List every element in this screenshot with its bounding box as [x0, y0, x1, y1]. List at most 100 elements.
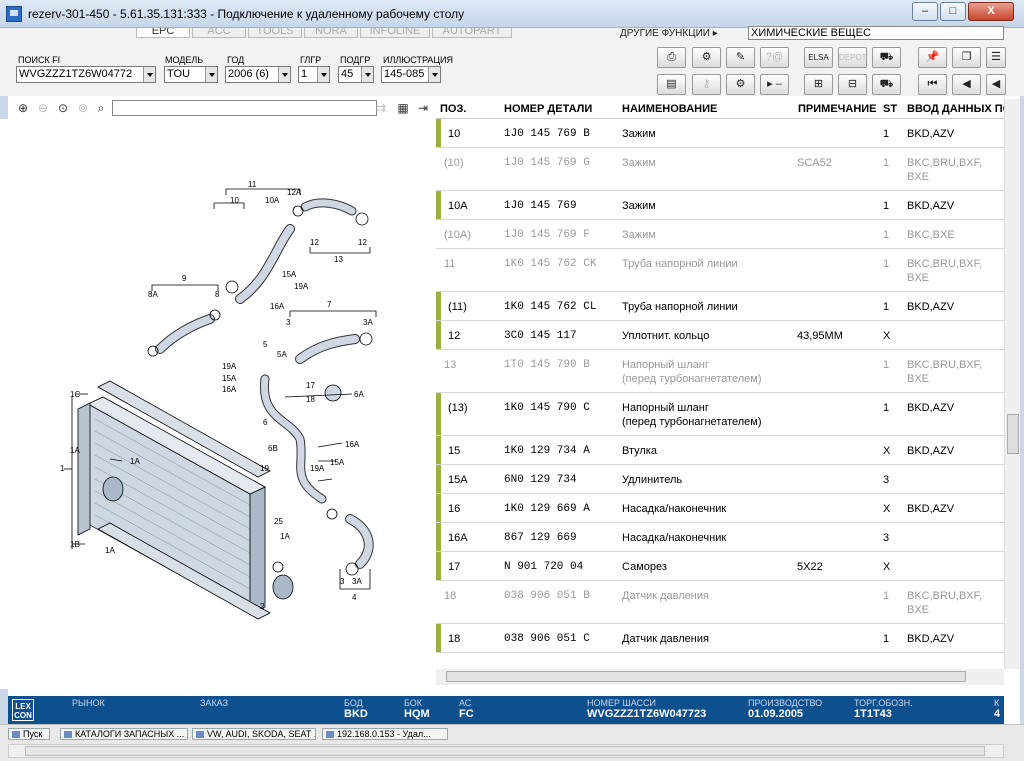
search-icon[interactable]: ⌕ [92, 99, 110, 117]
cell-st: 1 [883, 128, 890, 140]
parts-table: 10 1J0 145 769 B Зажим 1 BKD,AZV (10) 1J0 145 … [436, 119, 1004, 669]
cell-pos: (11) [448, 301, 467, 313]
col-data-entry[interactable]: ВВОД ДАННЫХ ПО [907, 103, 1011, 115]
first-page-button[interactable]: ⏮ [918, 74, 947, 95]
table-row[interactable]: (11) 1K0 145 762 CL Труба напорной линии 1 B… [436, 292, 1004, 321]
table-row[interactable]: 18 038 906 051 B Датчик давления 1 BKC,BRU,B… [436, 581, 1004, 624]
gear-icon: ⚙ [701, 51, 712, 63]
print-button[interactable]: ⎙ [657, 47, 686, 68]
cell-name: Датчик давления [622, 589, 709, 603]
col-part-number[interactable]: НОМЕР ДЕТАЛИ [504, 103, 592, 115]
maximize-button[interactable]: □ [940, 2, 966, 21]
back-icon: ◀ [991, 78, 1001, 90]
cart-button[interactable]: ⛟ [872, 47, 901, 68]
cell-part-number: 1J0 145 769 G [504, 157, 590, 169]
key-button[interactable]: ⚷ [692, 74, 721, 95]
tab-autopart[interactable]: AUTOPART [432, 28, 512, 38]
zoom-area-icon[interactable]: ⊚ [74, 99, 92, 117]
tab-acc[interactable]: ACC [192, 28, 246, 38]
cell-name: Зажим [622, 228, 656, 242]
model-select[interactable]: TOU [164, 66, 218, 83]
pin-button[interactable]: 📌 [918, 47, 947, 68]
table-row[interactable]: (13) 1K0 145 790 C Напорный шланг (перед ту… [436, 393, 1004, 436]
tab-epc[interactable]: EPC [136, 28, 190, 38]
chat-button[interactable]: ?@ [760, 47, 789, 68]
cell-st: X [883, 561, 891, 573]
cell-pos: 18 [448, 633, 461, 645]
illustration-select[interactable]: 145-085 [381, 66, 441, 83]
taskbar-item-remote[interactable]: 192.168.0.153 - Удал... [322, 728, 448, 740]
year-select[interactable]: 2006 (6) [225, 66, 291, 83]
table-row[interactable]: 17 N 901 720 04 Саморез 5X22 X [436, 552, 1004, 581]
elsa-button[interactable]: ELSA [804, 47, 833, 68]
zoom-in-icon[interactable]: ⊕ [14, 99, 32, 117]
table-row[interactable]: 12 3C0 145 117 Уплотнит. кольцо 43,95MM X [436, 321, 1004, 350]
main-group-select[interactable]: 1 [298, 66, 330, 83]
depot-button[interactable]: DEPOT [838, 47, 867, 68]
scroll-thumb[interactable] [446, 671, 966, 682]
copy-button[interactable]: ❐ [952, 47, 981, 68]
tab-tools[interactable]: TOOLS [248, 28, 302, 38]
table-row[interactable]: 13 1T0 145 790 B Напорный шланг (перед турб… [436, 350, 1004, 393]
scroll-thumb[interactable] [1007, 414, 1019, 454]
svg-text:12: 12 [358, 238, 367, 247]
tab-nora[interactable]: NORA [304, 28, 358, 38]
scroll-thumb[interactable] [25, 746, 985, 756]
table-row[interactable]: (10) 1J0 145 769 G Зажим SCA52 1 BKC,BRU,BXF,… [436, 148, 1004, 191]
chevron-down-icon [361, 67, 373, 82]
functions-select[interactable]: ХИМИЧЕСКИЕ ВЕЩЕС [748, 26, 1004, 40]
col-pos[interactable]: ПОЗ. [440, 103, 466, 115]
table-row[interactable]: 11 1K0 145 762 CK Труба напорной линии 1 BKC… [436, 249, 1004, 292]
table-row[interactable]: 16 1K0 129 669 A Насадка/наконечник X BKD,AZ… [436, 494, 1004, 523]
parts-illustration[interactable]: 11 12A 10 10A 12 12 13 9 8A 8 15A 19A 16A 7 3 3A 55… [0, 119, 436, 689]
expand-arrows-icon[interactable]: ⇥ [414, 99, 432, 117]
zoom-fit-icon[interactable]: ⊙ [54, 99, 72, 117]
fi-search-select[interactable]: WVGZZZ1TZ6W04772 [16, 66, 156, 83]
cell-data-line2: BXE [907, 604, 930, 616]
table-row[interactable]: 10 1J0 145 769 B Зажим 1 BKD,AZV [436, 119, 1004, 148]
split-view-icon[interactable]: ⇉ [372, 99, 390, 117]
gear-service-button[interactable]: ⚙ [692, 47, 721, 68]
parts-list-button[interactable]: ▤ [657, 74, 686, 95]
table-row[interactable]: (10A) 1J0 145 769 F Зажим 1 BKC,BXE [436, 220, 1004, 249]
row-active-marker [436, 552, 441, 580]
play-minus-button[interactable]: ▸ – [760, 74, 789, 95]
prev-page-button[interactable]: ◀ [952, 74, 981, 95]
basket-remove-button[interactable]: ⊟ [838, 74, 867, 95]
close-button[interactable]: X [968, 2, 1014, 21]
back-button[interactable]: ◀ [986, 74, 1006, 95]
diagram-search-input[interactable] [112, 100, 377, 116]
table-horizontal-scrollbar[interactable] [436, 669, 1004, 685]
cell-name-line1: Зажим [622, 229, 656, 241]
list-button[interactable]: ☰ [986, 47, 1006, 68]
taskbar-item-catalog[interactable]: КАТАЛОГИ ЗАПАСНЫХ ... [60, 728, 188, 740]
chassis-number-field: НОМЕР ШАССИ WVGZZZ1TZ6W047723 [587, 698, 707, 720]
other-functions-label[interactable]: ДРУГИЕ ФУНКЦИИ ▸ [620, 28, 718, 39]
basket-button[interactable]: ⊞ [804, 74, 833, 95]
sub-group-select[interactable]: 45 [338, 66, 374, 83]
year-label: ГОД [227, 55, 245, 65]
col-st[interactable]: ST [883, 103, 897, 115]
window-titlebar: rezerv-301-450 - 5.61.35.131:333 - Подкл… [0, 0, 1024, 28]
tools-button[interactable]: ✎ [726, 47, 755, 68]
start-button[interactable]: Пуск [8, 728, 50, 740]
table-row[interactable]: 15 1K0 129 734 A Втулка X BKD,AZV [436, 436, 1004, 465]
taskbar-item-vw-audi[interactable]: VW, AUDI, SKODA, SEAT ... [192, 728, 316, 740]
col-note[interactable]: ПРИМЕЧАНИЕ [798, 103, 877, 115]
layout-icon[interactable]: ▦ [394, 99, 412, 117]
tab-infoline[interactable]: INFOLINE [360, 28, 430, 38]
col-name[interactable]: НАИМЕНОВАНИЕ [622, 103, 717, 115]
svg-text:11: 11 [248, 180, 257, 189]
minimize-button[interactable]: – [912, 2, 938, 21]
table-row[interactable]: 16A 867 129 669 Насадка/наконечник 3 [436, 523, 1004, 552]
key-icon: ⚷ [702, 78, 711, 90]
basket-add-button[interactable]: ⛟ [872, 74, 901, 95]
bike-button[interactable]: ⚙ [726, 74, 755, 95]
window-horizontal-scrollbar[interactable] [8, 744, 1004, 758]
table-row[interactable]: 18 038 906 051 C Датчик давления 1 BKD,AZV [436, 624, 1004, 653]
cell-name: Зажим [622, 127, 656, 141]
table-vertical-scrollbar[interactable] [1004, 99, 1020, 669]
zoom-out-icon[interactable]: ⊖ [34, 99, 52, 117]
table-row[interactable]: 15A 6N0 129 734 Удлинитель 3 [436, 465, 1004, 494]
table-row[interactable]: 10A 1J0 145 769 Зажим 1 BKD,AZV [436, 191, 1004, 220]
